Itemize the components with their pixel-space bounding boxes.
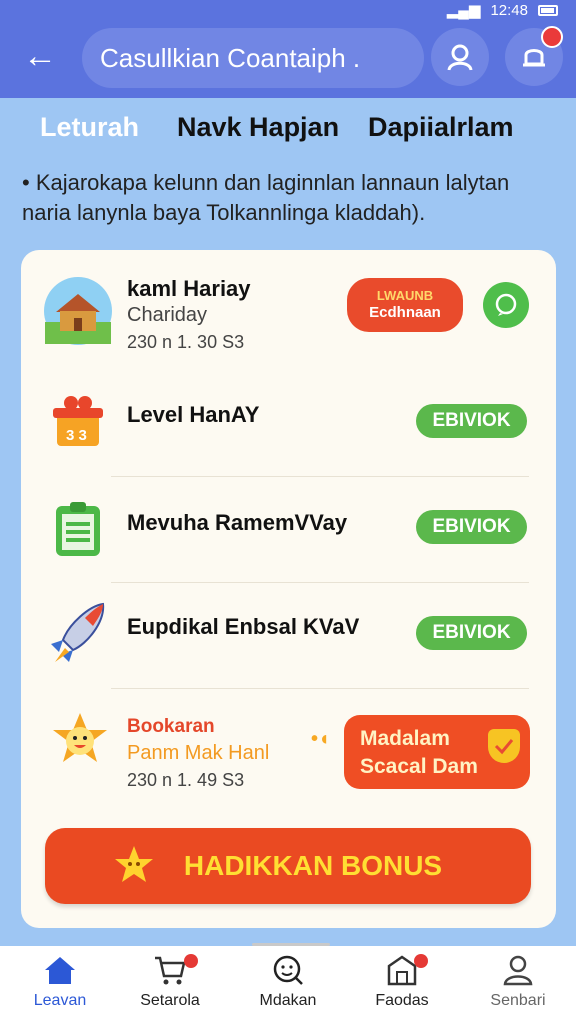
list-item[interactable]: 3 3 Level HanAY EBIVIOK bbox=[21, 370, 556, 476]
task-list-card: kaml Hariay Chariday 230 n 1. 30 S3 LWAU… bbox=[21, 250, 556, 928]
cart-badge bbox=[184, 954, 198, 968]
cart-icon bbox=[155, 956, 186, 985]
item-subtitle: Chariday bbox=[127, 304, 208, 326]
bottom-nav: Leavan Setarola Mdakan Faodas Senbari bbox=[0, 943, 576, 1024]
bonus-button[interactable]: HADIKKAN BONUS bbox=[45, 828, 531, 904]
nav-label: Setarola bbox=[140, 992, 200, 1009]
status-time: 12:48 bbox=[490, 1, 528, 19]
notification-badge bbox=[541, 26, 563, 48]
list-item[interactable]: Mevuha RamemVVay EBIVIOK bbox=[21, 476, 556, 582]
drag-handle bbox=[252, 943, 330, 946]
item-title: Eupdikal Enbsal KVaV bbox=[127, 614, 360, 639]
claim-line1: LWAUNB bbox=[376, 288, 434, 303]
home-icon bbox=[45, 957, 75, 984]
check-badge-icon bbox=[488, 729, 520, 763]
store-badge bbox=[414, 954, 428, 968]
nav-label: Mdakan bbox=[259, 992, 317, 1009]
tab-leturah[interactable]: Leturah bbox=[40, 112, 139, 143]
nav-item-chat[interactable]: Mdakan bbox=[238, 954, 338, 1010]
signal-icon: ▂▄▆ bbox=[446, 2, 481, 19]
item-title: kaml Hariay bbox=[127, 276, 251, 301]
item-title: Mevuha RamemVVay bbox=[127, 510, 348, 535]
chat-icon bbox=[495, 293, 517, 316]
profile-button[interactable] bbox=[431, 28, 489, 86]
description-text: • Kajarokapa kelunn dan laginnlan lannau… bbox=[22, 170, 510, 225]
action-button[interactable]: EBIVIOK bbox=[416, 510, 527, 544]
search-input[interactable]: Casullkian Coantaiph . bbox=[82, 28, 424, 88]
battery-icon bbox=[538, 4, 558, 16]
action-button[interactable]: EBIVIOK bbox=[416, 616, 527, 650]
action-button[interactable]: EBIVIOK bbox=[416, 404, 527, 438]
notification-button[interactable] bbox=[505, 26, 563, 86]
tab-bar: Leturah Navk Hapjan Dapiialrlam bbox=[40, 112, 540, 156]
nav-item-home[interactable]: Leavan bbox=[10, 954, 110, 1010]
bell-icon bbox=[523, 49, 545, 67]
svg-text:3 3: 3 3 bbox=[66, 427, 87, 444]
item-subtitle: Panm Mak Hanl bbox=[127, 742, 270, 764]
item-title: Level HanAY bbox=[127, 402, 260, 427]
chat-button[interactable] bbox=[483, 282, 529, 328]
tab-navk-hapjan[interactable]: Navk Hapjan bbox=[177, 112, 339, 143]
reward-button[interactable]: Madalam Scacal Dam bbox=[344, 715, 530, 789]
nav-label: Leavan bbox=[33, 992, 87, 1009]
nav-item-store[interactable]: Faodas bbox=[352, 954, 452, 1010]
item-meta: 230 n 1. 30 S3 bbox=[127, 332, 245, 352]
status-bar: ▂▄▆ 12:48 bbox=[0, 0, 576, 20]
list-item[interactable]: Eupdikal Enbsal KVaV EBIVIOK bbox=[21, 582, 556, 688]
person-icon bbox=[503, 955, 533, 986]
house-avatar-icon bbox=[44, 277, 112, 345]
nav-item-cart[interactable]: Setarola bbox=[120, 954, 220, 1010]
user-icon bbox=[447, 44, 473, 71]
sparkle-icon: •◖ bbox=[311, 728, 331, 750]
list-item[interactable]: kaml Hariay Chariday 230 n 1. 30 S3 LWAU… bbox=[21, 250, 556, 360]
clipboard-icon bbox=[56, 502, 100, 556]
claim-line2: Ecdhnaan bbox=[369, 304, 441, 321]
star-character-icon bbox=[53, 713, 107, 762]
star-icon bbox=[115, 846, 153, 882]
claim-button[interactable]: LWAUNB Ecdhnaan bbox=[347, 278, 463, 332]
nav-label: Faodas bbox=[375, 992, 429, 1009]
bonus-label: HADIKKAN BONUS bbox=[183, 850, 443, 881]
smiley-chat-icon bbox=[273, 955, 303, 985]
tab-dapiialrlam[interactable]: Dapiialrlam bbox=[368, 112, 514, 143]
back-arrow-icon[interactable]: ← bbox=[20, 36, 60, 76]
rocket-icon bbox=[51, 602, 105, 662]
top-header: ← Casullkian Coantaiph . bbox=[0, 20, 576, 98]
nav-label: Senbari bbox=[490, 992, 546, 1009]
item-title: Bookaran bbox=[127, 716, 215, 737]
nav-item-profile[interactable]: Senbari bbox=[468, 954, 568, 1010]
gift-box-icon: 3 3 bbox=[53, 396, 103, 446]
item-meta: 230 n 1. 49 S3 bbox=[127, 770, 245, 790]
